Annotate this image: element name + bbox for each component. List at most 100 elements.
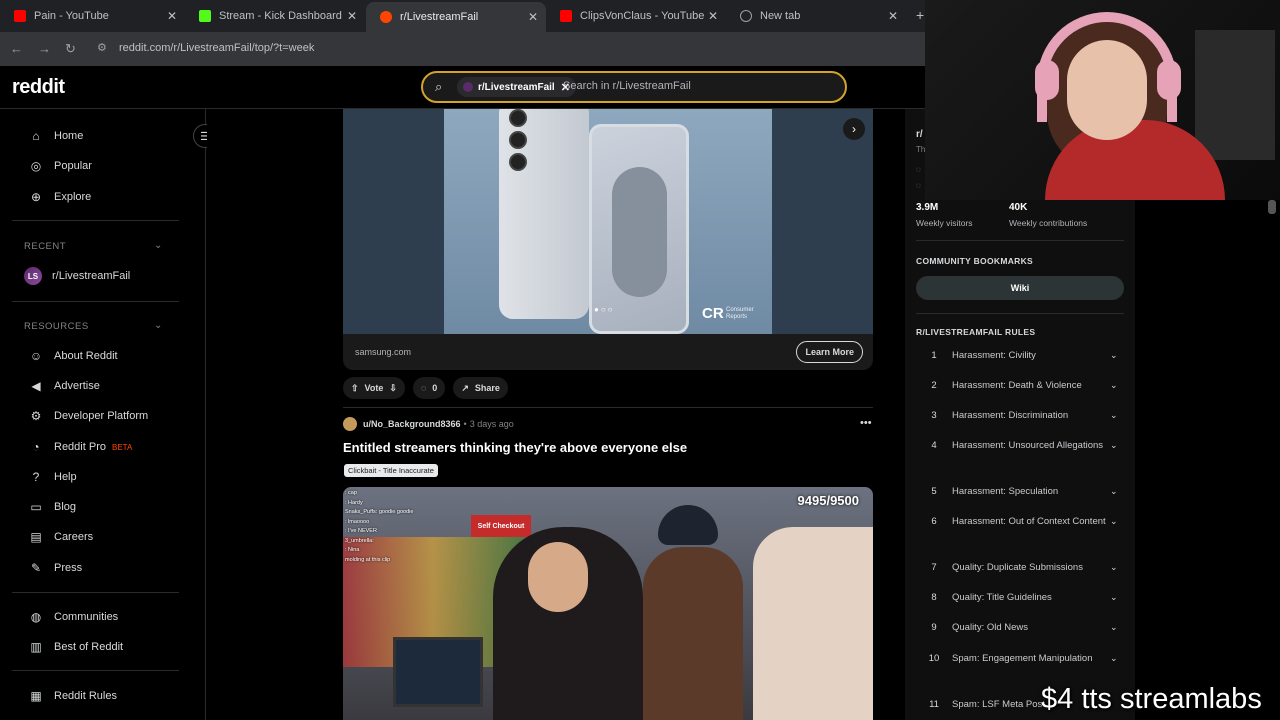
chevron-down-icon[interactable]: ⌄ xyxy=(1110,486,1124,497)
sidebar-item-advertise[interactable]: ◀ Advertise xyxy=(28,379,99,393)
downvote-icon[interactable]: ⇩ xyxy=(389,383,397,394)
share-button[interactable]: ↗ Share xyxy=(453,377,508,399)
ad-carousel-image[interactable]: ●○○ CR Consumer Reports › xyxy=(343,109,873,334)
sidebar-item-press[interactable]: ✎ Press xyxy=(28,561,82,575)
rule-item[interactable]: 10 Spam: Engagement Manipulation ⌄ xyxy=(916,651,1124,666)
chevron-down-icon[interactable]: ⌄ xyxy=(1110,380,1124,391)
chat-line: 3_umbrella: xyxy=(345,537,374,544)
scrollbar-thumb[interactable] xyxy=(1268,200,1276,214)
reload-icon[interactable]: ↻ xyxy=(65,41,76,57)
chevron-down-icon[interactable]: ⌄ xyxy=(154,240,162,251)
rule-item[interactable]: 5 Harassment: Speculation ⌄ xyxy=(916,484,1124,499)
rule-item[interactable]: 7 Quality: Duplicate Submissions ⌄ xyxy=(916,560,1124,575)
rule-item[interactable]: 1 Harassment: Civility ⌄ xyxy=(916,348,1124,363)
sidebar-item-reddit-pro[interactable]: ◔ Reddit Pro BETA xyxy=(28,440,132,454)
sidebar-item-best-of-reddit[interactable]: ▥ Best of Reddit xyxy=(28,640,123,654)
back-arrow-icon[interactable]: ← xyxy=(10,41,23,56)
tab-title: Pain - YouTube xyxy=(34,10,109,22)
tab-new-tab[interactable]: New tab ✕ xyxy=(726,4,906,28)
post-flair[interactable]: Clickbait - Title Inaccurate xyxy=(344,464,438,477)
divider xyxy=(12,301,179,302)
chevron-down-icon[interactable]: ⌄ xyxy=(1110,562,1124,573)
community-name[interactable]: r/ xyxy=(916,129,923,140)
carousel-dots[interactable]: ●○○ xyxy=(594,305,615,314)
tab-title: New tab xyxy=(760,10,801,22)
chevron-down-icon[interactable]: ⌄ xyxy=(1110,350,1124,361)
chat-line: : Nina xyxy=(345,547,360,553)
chevron-down-icon[interactable]: ⌄ xyxy=(1110,622,1124,633)
youtube-favicon-icon xyxy=(560,10,572,22)
upvote-icon[interactable]: ⇧ xyxy=(351,383,359,394)
url-field[interactable]: reddit.com/r/LivestreamFail/top/?t=week xyxy=(119,42,314,54)
sidebar-item-careers[interactable]: ▤ Careers xyxy=(28,530,93,544)
post-author[interactable]: u/No_Background8366 xyxy=(363,419,461,429)
close-tab-icon[interactable]: ✕ xyxy=(167,9,177,23)
chevron-down-icon[interactable]: ⌄ xyxy=(1110,440,1124,451)
contributions-label: Weekly contributions xyxy=(1009,218,1088,228)
close-tab-icon[interactable]: ✕ xyxy=(888,9,898,23)
forward-arrow-icon[interactable]: → xyxy=(38,41,51,56)
chat-line: : I've NEVER xyxy=(345,528,377,534)
resources-heading[interactable]: RESOURCES xyxy=(24,321,89,332)
rule-item[interactable]: 4 Harassment: Unsourced Allegations ⌄ xyxy=(916,438,1124,453)
close-tab-icon[interactable]: ✕ xyxy=(347,9,357,23)
new-tab-plus-icon[interactable]: + xyxy=(916,7,924,23)
ad-domain[interactable]: samsung.com xyxy=(355,347,411,357)
search-community-chip[interactable]: r/LivestreamFail ✕ xyxy=(457,77,576,97)
sidebar-item-about-reddit[interactable]: ☺ About Reddit xyxy=(28,349,118,363)
vote-pill: ⇧ Vote ⇩ xyxy=(343,377,405,399)
rule-item[interactable]: 2 Harassment: Death & Violence ⌄ xyxy=(916,378,1124,393)
tab-clipsvonclaus[interactable]: ClipsVonClaus - YouTube ✕ xyxy=(546,4,726,28)
tab-livestreamfail[interactable]: r/LivestreamFail ✕ xyxy=(366,2,546,32)
explore-icon: ⊕ xyxy=(30,190,42,204)
headphone-ear-cup xyxy=(1157,60,1181,100)
rule-item[interactable]: 8 Quality: Title Guidelines ⌄ xyxy=(916,590,1124,605)
rule-number: 3 xyxy=(931,410,937,421)
carousel-next-button[interactable]: › xyxy=(843,118,865,140)
wiki-button[interactable]: Wiki xyxy=(916,276,1124,300)
chat-line: : cap xyxy=(345,490,357,496)
learn-more-button[interactable]: Learn More xyxy=(796,341,863,363)
rule-item[interactable]: 3 Harassment: Discrimination ⌄ xyxy=(916,408,1124,423)
sidebar-item-developer-platform[interactable]: ⚙ Developer Platform xyxy=(28,409,149,423)
post-title[interactable]: Entitled streamers thinking they're abov… xyxy=(343,440,687,455)
comments-button[interactable]: ◌ 0 xyxy=(412,377,446,399)
search-bar[interactable]: ⌕ r/LivestreamFail ✕ Search in r/Livestr… xyxy=(421,71,847,103)
youtube-favicon-icon xyxy=(14,10,26,22)
more-options-icon[interactable]: ••• xyxy=(860,417,872,429)
rule-number: 11 xyxy=(929,699,939,710)
close-tab-icon[interactable]: ✕ xyxy=(708,9,718,23)
recent-heading[interactable]: RECENT xyxy=(24,241,66,252)
rule-item[interactable]: 9 Quality: Old News ⌄ xyxy=(916,620,1124,635)
rule-number: 7 xyxy=(931,562,937,573)
chat-line: : Hardy xyxy=(345,499,363,506)
sidebar-item-popular[interactable]: ◎ Popular xyxy=(28,159,92,173)
sidebar-item-home[interactable]: ⌂ Home xyxy=(28,129,83,143)
sidebar-item-label: Reddit Rules xyxy=(54,690,117,702)
ad-footer: samsung.com Learn More xyxy=(343,334,873,370)
tab-pain-youtube[interactable]: Pain - YouTube ✕ xyxy=(0,4,185,28)
developer-icon: ⚙ xyxy=(30,409,42,423)
reddit-logo[interactable]: reddit xyxy=(12,76,65,99)
tab-kick-dashboard[interactable]: Stream - Kick Dashboard ✕ xyxy=(185,4,365,28)
close-tab-icon[interactable]: ✕ xyxy=(528,10,538,24)
sidebar-item-livestreamfail[interactable]: LS r/LivestreamFail xyxy=(24,267,130,285)
chevron-down-icon[interactable]: ⌄ xyxy=(1110,653,1124,664)
sidebar-item-help[interactable]: ? Help xyxy=(28,470,77,484)
post-time: 3 days ago xyxy=(469,419,514,429)
sidebar-item-reddit-rules[interactable]: ▦ Reddit Rules xyxy=(28,689,117,703)
rule-item[interactable]: 6 Harassment: Out of Context Content ⌄ xyxy=(916,514,1124,529)
chevron-down-icon[interactable]: ⌄ xyxy=(1110,516,1124,527)
sidebar-item-explore[interactable]: ⊕ Explore xyxy=(28,190,91,204)
chevron-down-icon[interactable]: ⌄ xyxy=(1110,410,1124,421)
sidebar-item-blog[interactable]: ▭ Blog xyxy=(28,500,76,514)
chevron-down-icon[interactable]: ⌄ xyxy=(154,320,162,331)
chevron-down-icon[interactable]: ⌄ xyxy=(1110,592,1124,603)
rule-text: Harassment: Speculation xyxy=(952,486,1059,497)
post-image[interactable]: Self Checkout : cap : Hardy Snaks_Puffs:… xyxy=(343,487,873,720)
search-input[interactable]: Search in r/LivestreamFail xyxy=(563,80,691,92)
ad-photo: ●○○ CR Consumer Reports xyxy=(444,109,772,334)
site-info-icon[interactable]: ⚙ xyxy=(97,41,107,54)
author-avatar[interactable] xyxy=(343,417,357,431)
sidebar-item-communities[interactable]: ◍ Communities xyxy=(28,610,118,624)
